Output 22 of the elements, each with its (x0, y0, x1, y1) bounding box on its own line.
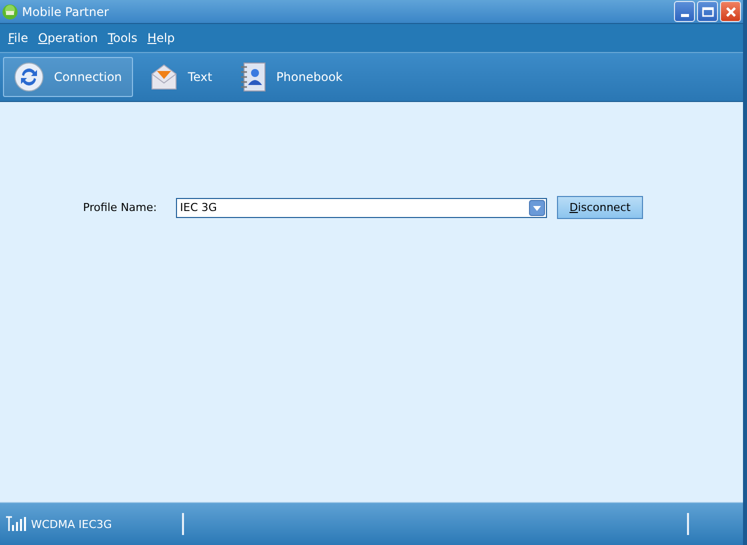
menu-item[interactable]: Operation (33, 31, 103, 45)
profile-name-label: Profile Name: (83, 201, 158, 214)
window-title: Mobile Partner (22, 4, 109, 18)
close-icon (724, 6, 736, 18)
minimize-button[interactable] (674, 1, 695, 22)
menu-item[interactable]: Help (142, 31, 180, 45)
toolbar-button[interactable]: Phonebook (229, 57, 354, 97)
minimize-icon (680, 14, 688, 17)
sync-icon (14, 62, 44, 92)
close-button[interactable] (720, 1, 741, 22)
maximize-icon (702, 6, 714, 16)
profile-dropdown[interactable]: IEC 3G (176, 198, 547, 218)
disconnect-button[interactable]: Disconnect (557, 196, 643, 219)
maximize-button[interactable] (697, 1, 718, 22)
signal-icon (6, 516, 26, 532)
envelope-icon (150, 63, 178, 91)
menu-item[interactable]: File (3, 31, 34, 45)
toolbar-button[interactable]: Connection (3, 57, 133, 97)
address-book-icon (240, 62, 266, 92)
menu-item[interactable]: Tools (102, 31, 142, 45)
toolbar-button[interactable]: Text (138, 57, 224, 97)
network-status: WCDMA IEC3G (31, 518, 112, 530)
